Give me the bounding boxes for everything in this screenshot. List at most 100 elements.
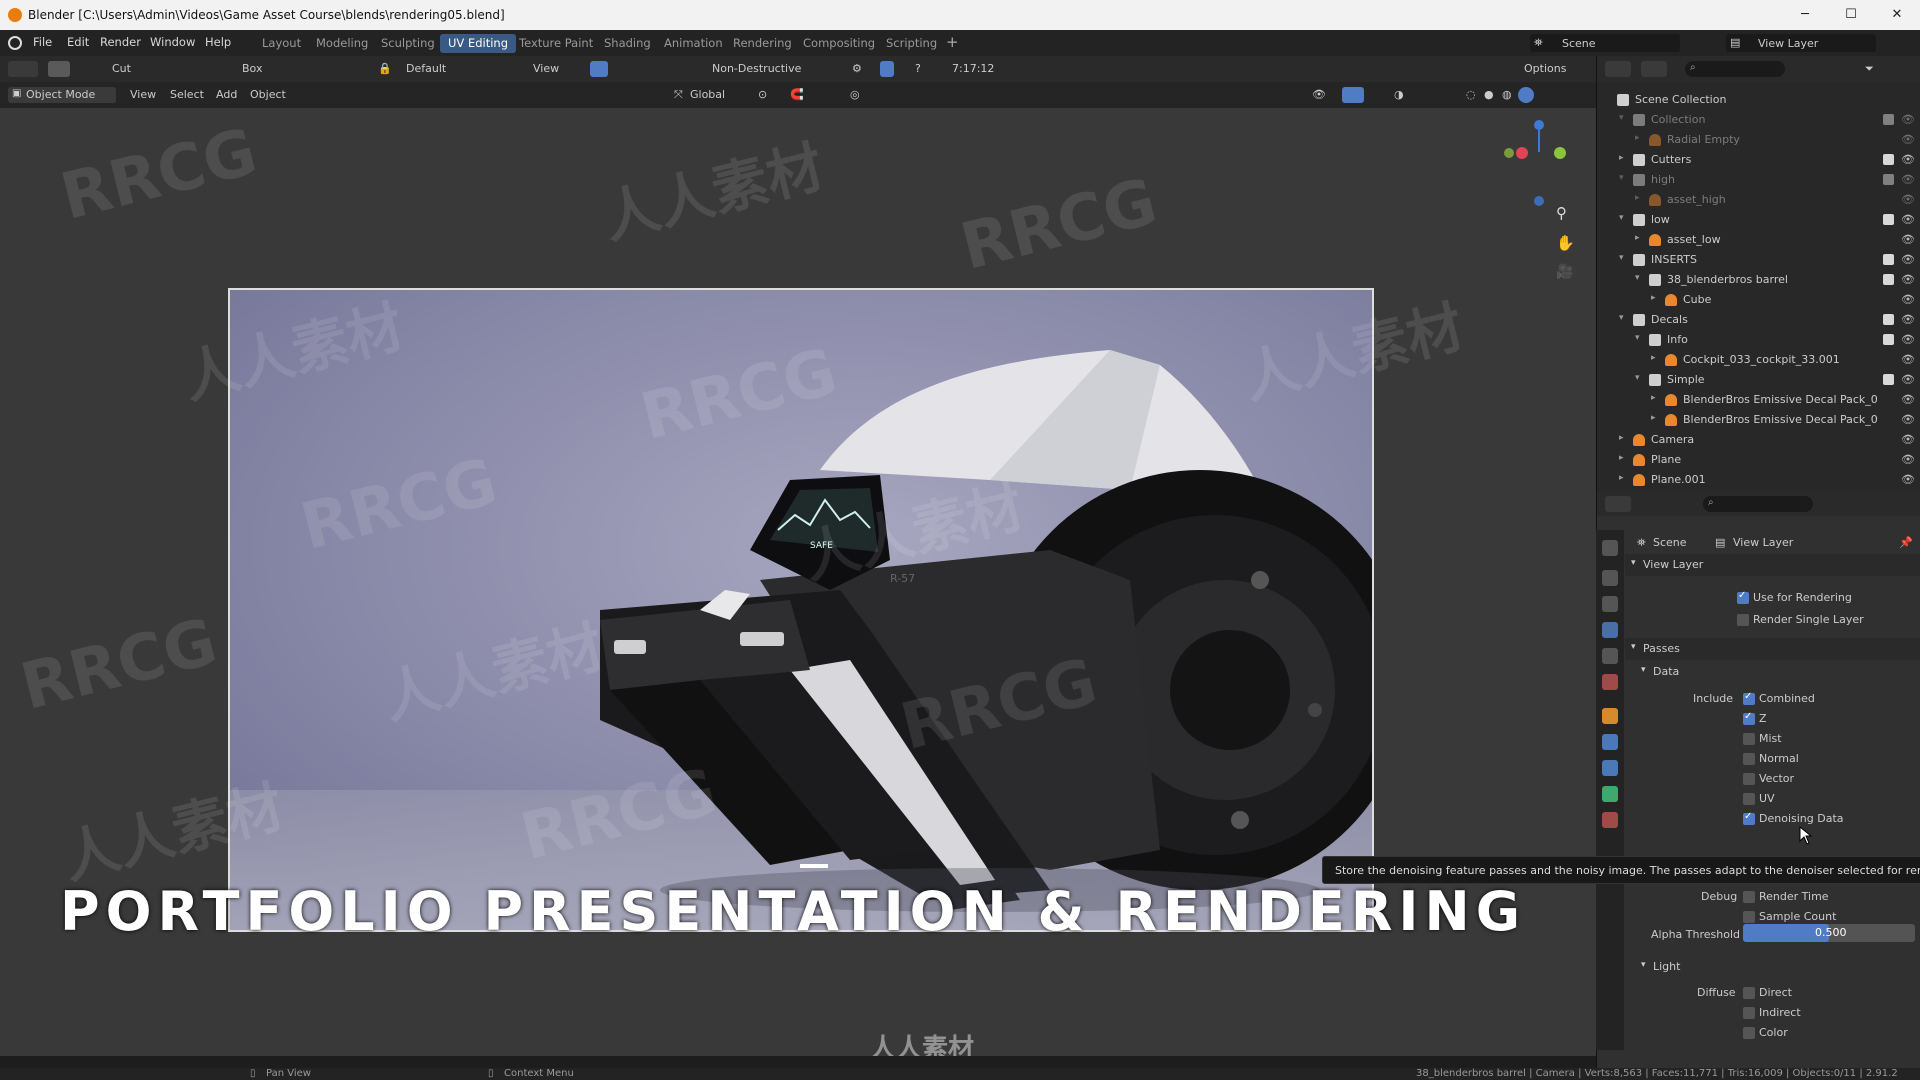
eye-icon[interactable]: 👁: [1901, 333, 1915, 346]
gizmo-y-icon[interactable]: [1554, 147, 1566, 159]
outliner-row[interactable]: ▾ Info 👁: [1597, 330, 1920, 350]
eye-icon[interactable]: 👁: [1901, 213, 1915, 226]
exclude-checkbox[interactable]: [1883, 154, 1894, 165]
view-label[interactable]: View: [533, 62, 559, 75]
tool-tab-icon[interactable]: [1602, 540, 1618, 556]
collapse-arrow-icon[interactable]: ▸: [1651, 293, 1656, 303]
shading-wireframe-icon[interactable]: ◌: [1466, 88, 1476, 101]
navigation-gizmo[interactable]: [1500, 120, 1570, 206]
minimize-icon[interactable]: ─: [1782, 4, 1828, 26]
exclude-checkbox[interactable]: [1883, 374, 1894, 385]
cut-label[interactable]: Cut: [112, 62, 131, 75]
eye-icon[interactable]: 👁: [1901, 393, 1915, 406]
output-tab-icon[interactable]: [1602, 596, 1618, 612]
pan-hand-icon[interactable]: ✋: [1556, 234, 1575, 252]
eye-icon[interactable]: 👁: [1901, 473, 1915, 486]
outliner-row[interactable]: ▾ 38_blenderbros barrel 👁: [1597, 270, 1920, 290]
shading-material-icon[interactable]: ◍: [1502, 88, 1512, 101]
outliner-row[interactable]: ▸ Plane.001 👁: [1597, 470, 1920, 490]
alpha-threshold-slider[interactable]: 0.500: [1743, 924, 1915, 942]
collapse-arrow-icon[interactable]: ▸: [1635, 233, 1640, 243]
pass-checkbox[interactable]: [1743, 773, 1755, 785]
pass-checkbox[interactable]: [1743, 691, 1755, 705]
collapse-arrow-icon[interactable]: ▸: [1651, 353, 1656, 363]
outliner-row[interactable]: ▾ INSERTS 👁: [1597, 250, 1920, 270]
outliner-search-input[interactable]: ⌕: [1685, 61, 1785, 77]
visibility-icon[interactable]: 👁: [1312, 88, 1326, 101]
tab-shading[interactable]: Shading: [596, 34, 659, 53]
collapse-arrow-icon[interactable]: ▸: [1619, 433, 1624, 443]
expand-arrow-icon[interactable]: ▾: [1619, 253, 1624, 263]
eye-icon[interactable]: 👁: [1901, 453, 1915, 466]
shading-rendered-icon[interactable]: [1518, 87, 1534, 103]
maximize-icon[interactable]: ☐: [1828, 4, 1874, 26]
close-icon[interactable]: ✕: [1874, 4, 1920, 26]
menu-add[interactable]: Add: [216, 88, 237, 101]
object-mode-dropdown[interactable]: ▣ Object Mode: [8, 87, 116, 103]
overlay-icon[interactable]: ◑: [1394, 88, 1404, 101]
eye-icon[interactable]: 👁: [1901, 293, 1915, 306]
menu-file[interactable]: File: [33, 35, 52, 49]
pass-checkbox[interactable]: [1743, 987, 1755, 999]
eye-icon[interactable]: 👁: [1901, 153, 1915, 166]
exclude-checkbox[interactable]: [1883, 254, 1894, 265]
gizmo-x-icon[interactable]: [1516, 147, 1528, 159]
eye-icon[interactable]: 👁: [1901, 373, 1915, 386]
render-single-layer-checkbox[interactable]: [1737, 614, 1749, 626]
exclude-checkbox[interactable]: [1883, 214, 1894, 225]
outliner-row[interactable]: ▾ low 👁: [1597, 210, 1920, 230]
outliner-row[interactable]: Scene Collection: [1597, 90, 1920, 110]
snap-icon[interactable]: 🧲: [790, 88, 804, 101]
eye-icon[interactable]: 👁: [1901, 413, 1915, 426]
outliner-row[interactable]: ▾ Simple 👁: [1597, 370, 1920, 390]
pass-checkbox[interactable]: [1743, 1027, 1755, 1039]
transform-orientation-icon[interactable]: ⤧: [674, 88, 683, 102]
default-label[interactable]: Default: [406, 62, 446, 75]
pass-checkbox[interactable]: [1743, 711, 1755, 725]
exclude-checkbox[interactable]: [1883, 174, 1894, 185]
pass-checkbox[interactable]: [1743, 733, 1755, 745]
properties-editor-type[interactable]: [1605, 496, 1631, 512]
shading-solid-icon[interactable]: ●: [1484, 88, 1494, 101]
menu-help[interactable]: Help: [205, 35, 231, 49]
tab-uv-editing[interactable]: UV Editing: [440, 34, 516, 53]
snap-toggle[interactable]: [590, 61, 608, 77]
render-tab-icon[interactable]: [1602, 570, 1618, 586]
tab-compositing[interactable]: Compositing: [795, 34, 883, 53]
constraints-tab-icon[interactable]: [1602, 812, 1618, 828]
lock-icon[interactable]: 🔒: [378, 62, 392, 75]
tab-modeling[interactable]: Modeling: [308, 34, 376, 53]
outliner-row[interactable]: ▸ asset_low 👁: [1597, 230, 1920, 250]
eye-icon[interactable]: 👁: [1901, 193, 1915, 206]
outliner-row[interactable]: ▸ Radial Empty 👁: [1597, 130, 1920, 150]
pass-checkbox[interactable]: [1743, 1007, 1755, 1019]
tab-sculpting[interactable]: Sculpting: [373, 34, 443, 53]
expand-arrow-icon[interactable]: ▾: [1635, 273, 1640, 283]
properties-search-input[interactable]: ⌕: [1703, 496, 1813, 512]
menu-render[interactable]: Render: [100, 35, 141, 49]
passes-panel-header[interactable]: ▾ Passes: [1625, 638, 1920, 660]
tab-layout[interactable]: Layout: [254, 34, 309, 53]
box-label[interactable]: Box: [242, 62, 262, 75]
outliner-row[interactable]: ▸ Cockpit_033_cockpit_33.001 👁: [1597, 350, 1920, 370]
eye-icon[interactable]: 👁: [1901, 253, 1915, 266]
proportional-edit-icon[interactable]: ◎: [850, 88, 860, 101]
tab-rendering[interactable]: Rendering: [725, 34, 800, 53]
menu-object[interactable]: Object: [250, 88, 286, 101]
eye-icon[interactable]: 👁: [1901, 133, 1915, 146]
outliner-row[interactable]: ▸ asset_high 👁: [1597, 190, 1920, 210]
collapse-arrow-icon[interactable]: ▸: [1651, 393, 1656, 403]
expand-arrow-icon[interactable]: ▾: [1635, 373, 1640, 383]
outliner-row[interactable]: ▾ Decals 👁: [1597, 310, 1920, 330]
physics-tab-icon[interactable]: [1602, 786, 1618, 802]
help-icon[interactable]: ?: [915, 62, 921, 75]
modifier-tab-icon[interactable]: [1602, 734, 1618, 750]
outliner-row[interactable]: ▸ Cutters 👁: [1597, 150, 1920, 170]
collapse-arrow-icon[interactable]: ▸: [1635, 193, 1640, 203]
pause-button[interactable]: [880, 61, 894, 77]
outliner-row[interactable]: ▸ Camera 👁: [1597, 430, 1920, 450]
particles-tab-icon[interactable]: [1602, 760, 1618, 776]
outliner-row[interactable]: ▸ Plane 👁: [1597, 450, 1920, 470]
exclude-checkbox[interactable]: [1883, 114, 1894, 125]
pin-icon[interactable]: 📌: [1899, 536, 1913, 549]
